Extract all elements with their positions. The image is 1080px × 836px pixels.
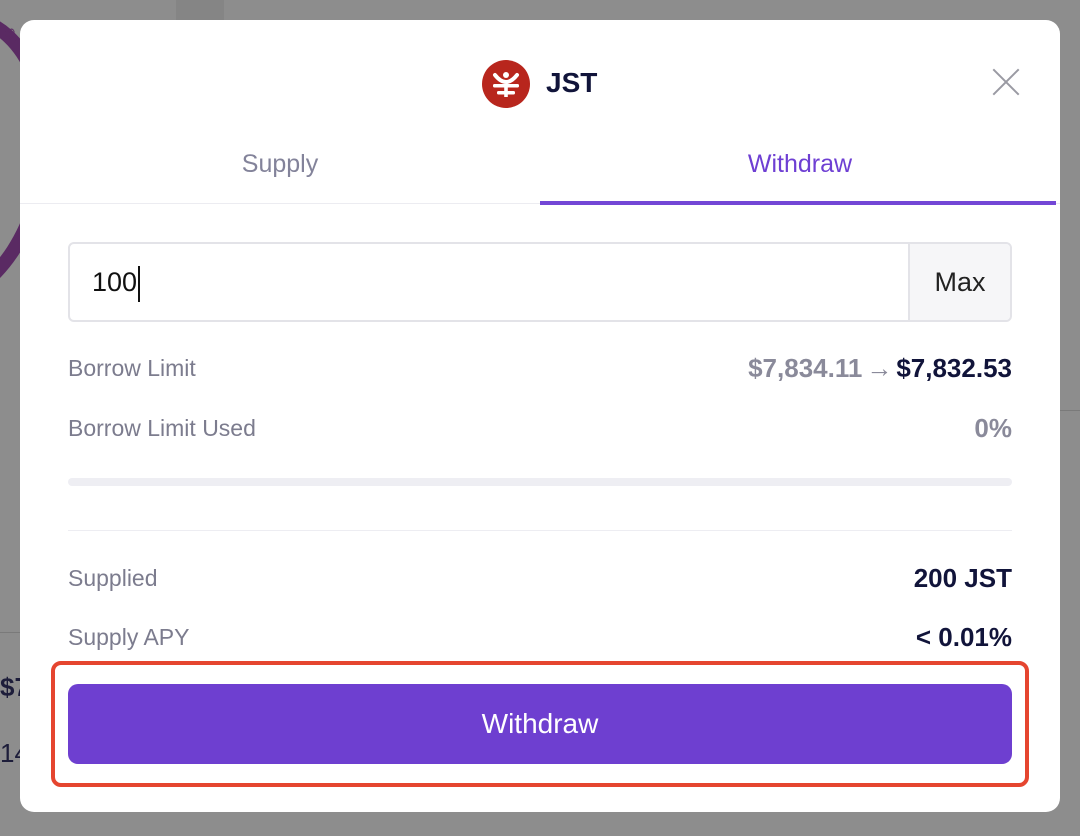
amount-input[interactable] [70,244,910,320]
text-caret [138,266,140,302]
supply-apy-value: < 0.01% [915,621,1012,652]
jst-token-icon [482,60,530,108]
token-title: JST [546,67,598,98]
max-button[interactable]: Max [908,244,1010,320]
supply-apy-label: Supply APY [68,623,190,650]
borrow-limit-used-value: 0% [974,412,1012,443]
borrow-limit-new: $7,832.53 [896,352,1012,383]
tab-withdraw[interactable]: Withdraw [540,144,1060,205]
close-icon[interactable] [992,68,1020,96]
borrow-limit-progress-bar [68,478,1012,486]
amount-field: Max [68,242,1012,322]
background-divider [1060,410,1080,411]
modal-tabs: Supply Withdraw [20,144,1060,205]
withdraw-button[interactable]: Withdraw [68,684,1012,764]
tab-label: Supply [241,150,319,178]
borrow-limit-current: $7,834.11 [748,352,863,383]
supplied-row: Supplied 200 JST [68,561,1012,595]
active-tab-indicator [540,201,1056,205]
borrow-limit-used-label: Borrow Limit Used [68,414,256,441]
supplied-label: Supplied [68,564,158,591]
background-divider [0,632,20,633]
withdraw-modal: JST Supply Withdraw Max Borrow Limit $7,… [20,20,1060,812]
divider [68,530,1012,531]
borrow-limit-label: Borrow Limit [68,354,196,381]
supply-apy-row: Supply APY < 0.01% [68,620,1012,654]
borrow-limit-row: Borrow Limit $7,834.11 → $7,832.53 [68,351,1012,385]
supplied-value: 200 JST [913,562,1012,593]
tab-label: Withdraw [747,150,853,178]
arrow-right-icon: → [866,352,893,383]
modal-header: JST [20,20,1060,150]
tab-supply[interactable]: Supply [20,144,540,204]
borrow-limit-used-row: Borrow Limit Used 0% [68,411,1012,445]
borrow-limit-value: $7,834.11 → $7,832.53 [748,353,1012,384]
background-column [176,0,224,20]
